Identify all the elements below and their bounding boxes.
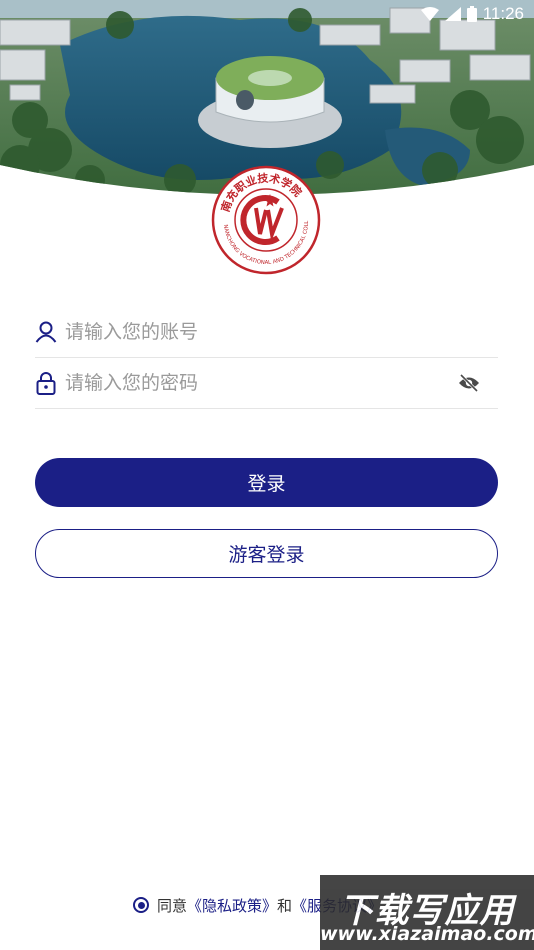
password-input[interactable]: [65, 371, 456, 394]
battery-icon: [466, 6, 477, 22]
eye-off-icon[interactable]: [456, 370, 482, 396]
wifi-icon: [420, 7, 439, 21]
agree-radio[interactable]: [133, 897, 149, 913]
agreement-prefix: 同意: [157, 896, 188, 915]
user-icon: [35, 320, 57, 344]
status-time: 11:26: [482, 4, 524, 23]
guest-login-button[interactable]: 游客登录: [35, 529, 498, 578]
password-field: [35, 357, 498, 409]
privacy-policy-link[interactable]: 《隐私政策》: [187, 895, 277, 916]
agreement-and: 和: [277, 896, 293, 915]
watermark-url: www.xiazaimao.com: [320, 923, 534, 945]
watermark: 下载写应用 www.xiazaimao.com: [320, 875, 534, 950]
signal-icon: [444, 7, 461, 21]
lock-icon: [35, 371, 57, 395]
school-logo: 南充职业技术学院 NANCHONG VOCATIONAL AND TECHNIC…: [208, 160, 322, 276]
login-button[interactable]: 登录: [35, 458, 498, 507]
account-field: [35, 306, 498, 358]
account-input[interactable]: [65, 320, 498, 343]
status-bar: 11:26: [0, 0, 534, 28]
